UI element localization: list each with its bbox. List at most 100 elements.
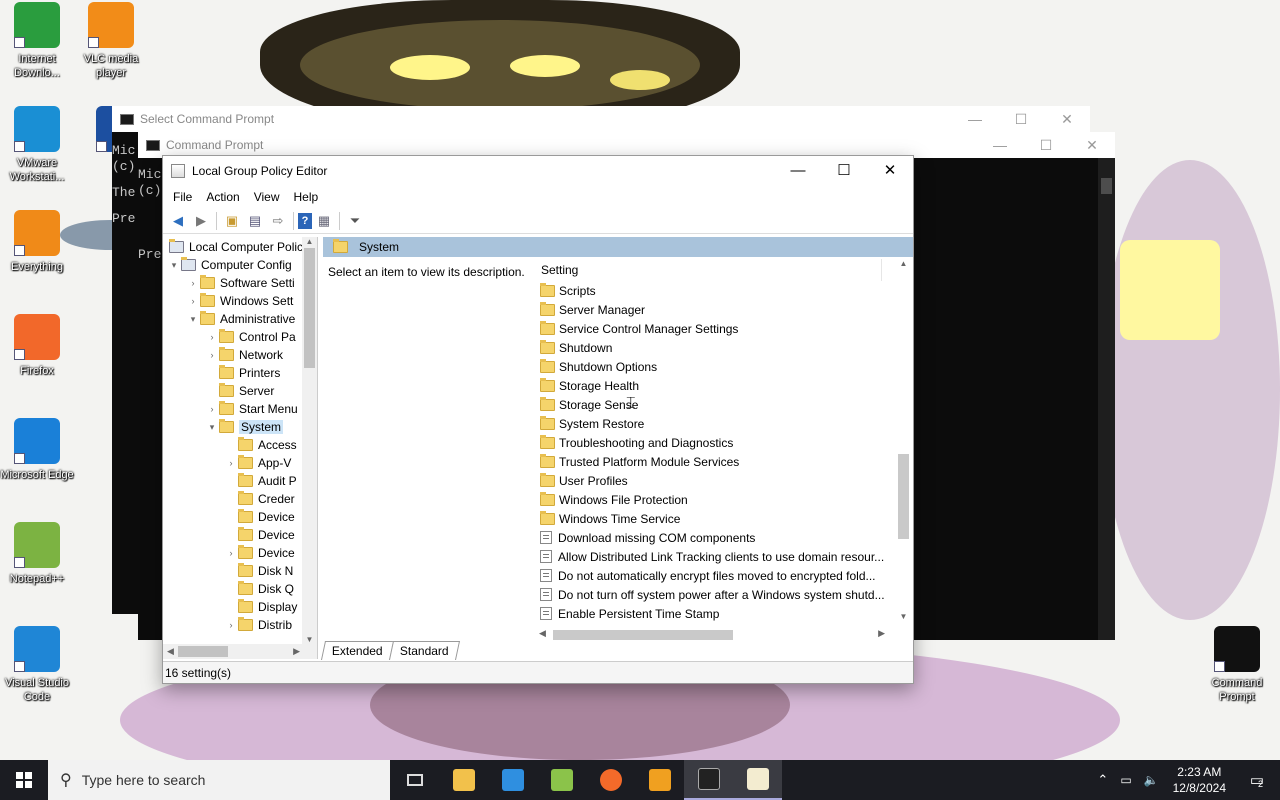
- desktop-icon-vmware[interactable]: VMware Workstati...: [0, 106, 74, 184]
- back-arrow-icon[interactable]: ◀: [167, 211, 189, 231]
- cmd-back-titlebar[interactable]: Select Command Prompt — ☐ ✕: [112, 106, 1090, 132]
- desktop-icon-vscode[interactable]: Visual Studio Code: [0, 626, 74, 704]
- maximize-icon[interactable]: ☐: [998, 111, 1044, 128]
- taskbar-search-box[interactable]: ⚲ Type here to search: [48, 760, 390, 800]
- setting-folder-row[interactable]: Storage Health: [540, 376, 912, 395]
- setting-folder-row[interactable]: Service Control Manager Settings: [540, 319, 912, 338]
- chevron-down-icon[interactable]: ▾: [205, 422, 219, 433]
- tree-item[interactable]: ▾ Administrative: [163, 310, 317, 328]
- tree-item[interactable]: › Start Menu: [163, 400, 317, 418]
- tree-item[interactable]: › Control Pa: [163, 328, 317, 346]
- taskbar-app-gpedit[interactable]: [733, 760, 782, 800]
- chevron-right-icon[interactable]: ›: [224, 548, 238, 558]
- setting-policy-row[interactable]: Download missing COM components: [540, 528, 912, 547]
- tree-item[interactable]: Display: [163, 598, 317, 616]
- setting-folder-row[interactable]: Windows File Protection: [540, 490, 912, 509]
- chevron-right-icon[interactable]: ›: [186, 296, 200, 306]
- settings-list[interactable]: Setting Scripts Server Manager Service Con…: [537, 259, 912, 629]
- desktop-icon-edge[interactable]: Microsoft Edge: [0, 418, 74, 482]
- menu-file[interactable]: File: [166, 190, 199, 204]
- maximize-button[interactable]: ☐: [821, 156, 867, 186]
- menu-help[interactable]: Help: [287, 190, 326, 204]
- forward-arrow-icon[interactable]: ▶: [190, 211, 212, 231]
- taskbar-app-file-explorer[interactable]: [439, 760, 488, 800]
- clock[interactable]: 2:23 AM 12/8/2024: [1165, 764, 1234, 796]
- column-header-setting[interactable]: Setting: [537, 259, 882, 281]
- menu-view[interactable]: View: [247, 190, 287, 204]
- desktop-icon-firefox[interactable]: Firefox: [0, 314, 74, 378]
- cmd-scrollbar[interactable]: [1098, 158, 1115, 640]
- tree-item[interactable]: Access: [163, 436, 317, 454]
- setting-folder-row[interactable]: System Restore: [540, 414, 912, 433]
- tree-item[interactable]: ▾ Computer Config: [163, 256, 317, 274]
- group-policy-editor-window[interactable]: Local Group Policy Editor — ☐ ✕ File Act…: [162, 155, 914, 684]
- taskbar-app-notepadpp[interactable]: [537, 760, 586, 800]
- setting-policy-row[interactable]: Do not turn off system power after a Win…: [540, 585, 912, 604]
- tree-horizontal-scrollbar[interactable]: ◀ ▶: [163, 644, 317, 659]
- chevron-right-icon[interactable]: ›: [205, 404, 219, 414]
- help-icon[interactable]: ?: [298, 212, 312, 229]
- show-hide-tree-icon[interactable]: ▤: [244, 211, 266, 231]
- maximize-icon[interactable]: ☐: [1023, 137, 1069, 154]
- setting-folder-row[interactable]: Scripts: [540, 281, 912, 300]
- menu-action[interactable]: Action: [199, 190, 246, 204]
- setting-folder-row[interactable]: Troubleshooting and Diagnostics: [540, 433, 912, 452]
- tree-item[interactable]: › Software Setti: [163, 274, 317, 292]
- notification-center-button[interactable]: ▭ 2: [1234, 771, 1280, 789]
- tree-item[interactable]: › Windows Sett: [163, 292, 317, 310]
- setting-folder-row[interactable]: Shutdown: [540, 338, 912, 357]
- desktop-icon-cmd[interactable]: Command Prompt: [1200, 626, 1274, 704]
- navigation-tree[interactable]: Local Computer Polic ▾ Computer Config › Sof…: [163, 237, 318, 659]
- taskbar-app-firefox[interactable]: [586, 760, 635, 800]
- desktop-icon-vlc[interactable]: VLC media player: [74, 2, 148, 80]
- tree-item[interactable]: › Device: [163, 544, 317, 562]
- tree-vertical-scrollbar[interactable]: ▲ ▼: [302, 237, 317, 644]
- gpe-titlebar[interactable]: Local Group Policy Editor — ☐ ✕: [163, 156, 913, 186]
- chevron-down-icon[interactable]: ▾: [167, 260, 181, 271]
- setting-policy-row[interactable]: Enable Persistent Time Stamp: [540, 604, 912, 623]
- tree-item[interactable]: › App-V: [163, 454, 317, 472]
- tree-item[interactable]: Device: [163, 526, 317, 544]
- chevron-down-icon[interactable]: ▾: [186, 314, 200, 325]
- list-vertical-scrollbar[interactable]: ▲ ▼: [895, 259, 912, 621]
- tree-item[interactable]: › Network: [163, 346, 317, 364]
- setting-folder-row[interactable]: Windows Time Service: [540, 509, 912, 528]
- setting-folder-row[interactable]: Trusted Platform Module Services: [540, 452, 912, 471]
- setting-policy-row[interactable]: Do not automatically encrypt files moved…: [540, 566, 912, 585]
- chevron-right-icon[interactable]: ›: [205, 350, 219, 360]
- taskbar-app-cmd[interactable]: [684, 760, 733, 800]
- setting-policy-row[interactable]: Allow Distributed Link Tracking clients …: [540, 547, 912, 566]
- tree-item[interactable]: Audit P: [163, 472, 317, 490]
- volume-icon[interactable]: 🔈: [1138, 773, 1165, 787]
- filter-icon[interactable]: ⏷: [344, 211, 366, 231]
- chevron-right-icon[interactable]: ›: [224, 620, 238, 630]
- chevron-up-icon[interactable]: ⌃: [1091, 772, 1114, 788]
- tree-item[interactable]: › Distrib: [163, 616, 317, 634]
- tab-extended[interactable]: Extended: [320, 641, 394, 660]
- taskbar-app-task-view[interactable]: [390, 760, 439, 800]
- tree-item[interactable]: Device: [163, 508, 317, 526]
- desktop-icon-idm[interactable]: Internet Downlo...: [0, 2, 74, 80]
- taskbar-app-vmware[interactable]: [635, 760, 684, 800]
- minimize-icon[interactable]: —: [952, 111, 998, 128]
- start-button[interactable]: [0, 760, 48, 800]
- tree-item[interactable]: ▾ System: [163, 418, 317, 436]
- close-icon[interactable]: ✕: [1069, 137, 1115, 154]
- chevron-right-icon[interactable]: ›: [186, 278, 200, 288]
- tab-standard[interactable]: Standard: [388, 641, 460, 660]
- desktop-icon-everything[interactable]: Everything: [0, 210, 74, 274]
- tree-item[interactable]: Disk Q: [163, 580, 317, 598]
- setting-folder-row[interactable]: User Profiles: [540, 471, 912, 490]
- tree-item[interactable]: Printers: [163, 364, 317, 382]
- tree-item[interactable]: Disk N: [163, 562, 317, 580]
- network-icon[interactable]: ▭: [1114, 773, 1137, 787]
- close-button[interactable]: ✕: [867, 156, 913, 186]
- setting-folder-row[interactable]: Storage Sense: [540, 395, 912, 414]
- properties-icon[interactable]: ▦: [313, 211, 335, 231]
- up-folder-icon[interactable]: ▣: [221, 211, 243, 231]
- chevron-right-icon[interactable]: ›: [205, 332, 219, 342]
- tree-item[interactable]: Server: [163, 382, 317, 400]
- tree-item[interactable]: Creder: [163, 490, 317, 508]
- setting-folder-row[interactable]: Server Manager: [540, 300, 912, 319]
- tree-item[interactable]: Local Computer Polic: [163, 238, 317, 256]
